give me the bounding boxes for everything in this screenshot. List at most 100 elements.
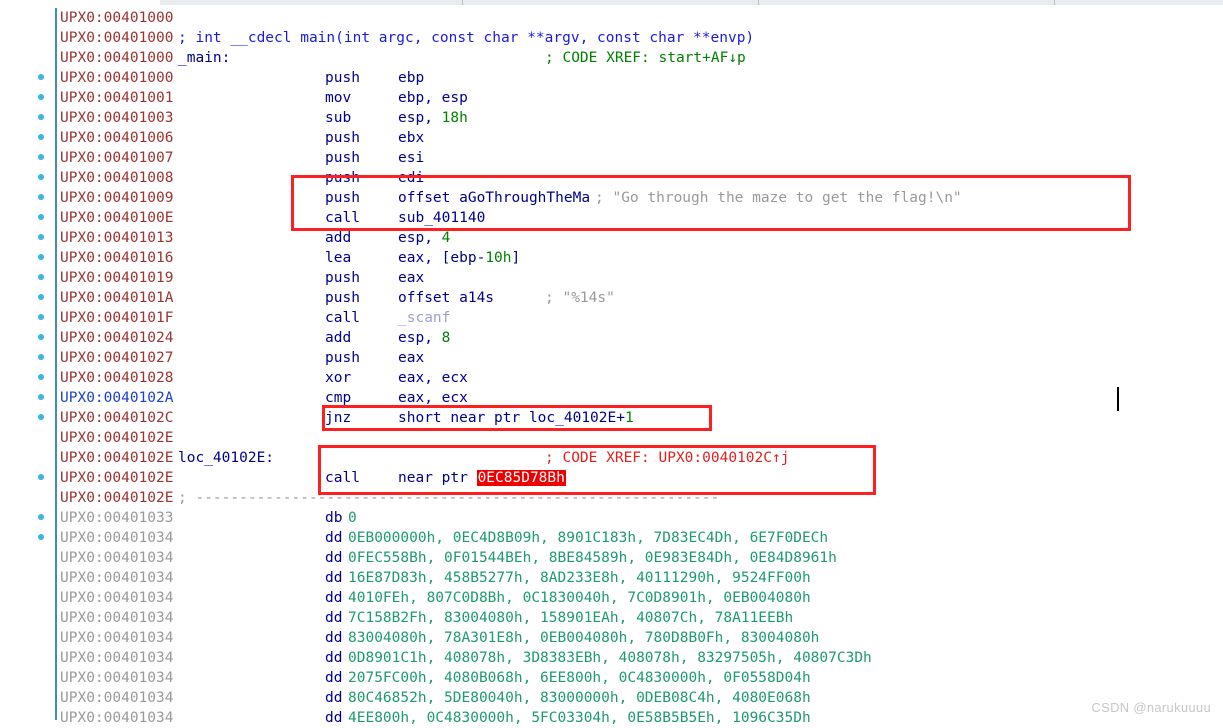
disassembly-line[interactable]: UPX0:00401024addesp, 8 xyxy=(0,328,1223,348)
disassembly-line[interactable]: UPX0:00401034dd0EB000000h, 0EC4D8B09h, 8… xyxy=(0,528,1223,548)
instruction-mnemonic: jnz xyxy=(325,408,351,428)
instruction-operands[interactable]: esp, 8 xyxy=(398,328,450,348)
disassembly-line[interactable]: UPX0:00401007pushesi xyxy=(0,148,1223,168)
data-values[interactable]: 0FEC558Bh, 0F01544BEh, 8BE84589h, 0E983E… xyxy=(348,548,837,568)
code-label[interactable]: _main: xyxy=(178,48,230,68)
disassembly-line[interactable]: UPX0:0040100Ecallsub_401140 xyxy=(0,208,1223,228)
breakpoint-dot-icon[interactable] xyxy=(38,94,44,100)
instruction-operands[interactable]: esp, 4 xyxy=(398,228,450,248)
instruction-operands[interactable]: _scanf xyxy=(398,308,450,328)
disassembly-line[interactable]: UPX0:0040102E; -------------------------… xyxy=(0,488,1223,508)
disassembly-line[interactable]: UPX0:00401006pushebx xyxy=(0,128,1223,148)
disassembly-line[interactable]: UPX0:00401009pushoffset aGoThroughTheMa;… xyxy=(0,188,1223,208)
data-values[interactable]: 4EE800h, 0C4830000h, 5FC03304h, 0E58B5B5… xyxy=(348,708,811,728)
instruction-operands[interactable]: offset aGoThroughTheMa xyxy=(398,188,590,208)
disassembly-line[interactable]: UPX0:00401000_main:; CODE XREF: start+AF… xyxy=(0,48,1223,68)
disassembly-line[interactable]: UPX0:00401027pusheax xyxy=(0,348,1223,368)
breakpoint-dot-icon[interactable] xyxy=(38,254,44,260)
data-values[interactable]: 16E87D83h, 458B5277h, 8AD233E8h, 4011129… xyxy=(348,568,811,588)
disassembly-line[interactable]: UPX0:00401034dd4010FEh, 807C0D8Bh, 0C183… xyxy=(0,588,1223,608)
breakpoint-dot-icon[interactable] xyxy=(38,74,44,80)
breakpoint-dot-icon[interactable] xyxy=(38,514,44,520)
breakpoint-dot-icon[interactable] xyxy=(38,234,44,240)
disassembly-line[interactable]: UPX0:0040101Apushoffset a14s; "%14s" xyxy=(0,288,1223,308)
breakpoint-dot-icon[interactable] xyxy=(38,194,44,200)
disassembly-line[interactable]: UPX0:00401000pushebp xyxy=(0,68,1223,88)
instruction-operands[interactable]: short near ptr loc_40102E+1 xyxy=(398,408,634,428)
data-values[interactable]: 2075FC00h, 4080B068h, 6EE800h, 0C4830000… xyxy=(348,668,811,688)
disassembly-line[interactable]: UPX0:00401008pushedi xyxy=(0,168,1223,188)
disassembly-line[interactable]: UPX0:00401013addesp, 4 xyxy=(0,228,1223,248)
data-values[interactable]: 7C158B2Fh, 83004080h, 158901EAh, 40807Ch… xyxy=(348,608,793,628)
instruction-mnemonic: mov xyxy=(325,88,351,108)
disassembly-line[interactable]: UPX0:00401000 xyxy=(0,8,1223,28)
highlighted-hex-operand[interactable]: 0EC85D78Bh xyxy=(477,470,566,486)
disassembly-line[interactable]: UPX0:00401034dd7C158B2Fh, 83004080h, 158… xyxy=(0,608,1223,628)
breakpoint-dot-icon[interactable] xyxy=(38,134,44,140)
instruction-operands[interactable]: near ptr 0EC85D78Bh xyxy=(398,468,566,488)
breakpoint-dot-icon[interactable] xyxy=(38,294,44,300)
cross-reference-comment[interactable]: ; CODE XREF: UPX0:0040102C↑j xyxy=(545,448,789,468)
data-values[interactable]: 0EB000000h, 0EC4D8B09h, 8901C183h, 7D83E… xyxy=(348,528,828,548)
instruction-operands[interactable]: ebx xyxy=(398,128,424,148)
breakpoint-dot-icon[interactable] xyxy=(38,394,44,400)
disassembly-line[interactable]: UPX0:00401028xoreax, ecx xyxy=(0,368,1223,388)
breakpoint-dot-icon[interactable] xyxy=(38,154,44,160)
breakpoint-dot-icon[interactable] xyxy=(38,274,44,280)
cross-reference-comment[interactable]: ; CODE XREF: start+AF↓p xyxy=(545,48,746,68)
numeric-operand: 10h xyxy=(485,250,511,266)
instruction-operands[interactable]: ebp xyxy=(398,68,424,88)
disassembly-line[interactable]: UPX0:00401001movebp, esp xyxy=(0,88,1223,108)
instruction-operands[interactable]: offset a14s xyxy=(398,288,494,308)
breakpoint-dot-icon[interactable] xyxy=(38,334,44,340)
breakpoint-dot-icon[interactable] xyxy=(38,314,44,320)
disassembly-line[interactable]: UPX0:00401019pusheax xyxy=(0,268,1223,288)
data-values[interactable]: 83004080h, 78A301E8h, 0EB004080h, 780D8B… xyxy=(348,628,819,648)
disassembly-line[interactable]: UPX0:0040102E xyxy=(0,428,1223,448)
breakpoint-dot-icon[interactable] xyxy=(38,374,44,380)
disassembly-line[interactable]: UPX0:00401034dd0D8901C1h, 408078h, 3D838… xyxy=(0,648,1223,668)
instruction-operands[interactable]: eax, ecx xyxy=(398,368,468,388)
instruction-operands[interactable]: eax, [ebp-10h] xyxy=(398,248,520,268)
instruction-operands[interactable]: edi xyxy=(398,168,424,188)
breakpoint-dot-icon[interactable] xyxy=(38,114,44,120)
data-values[interactable]: 80C46852h, 5DE80040h, 83000000h, 0DEB08C… xyxy=(348,688,811,708)
data-values[interactable]: 4010FEh, 807C0D8Bh, 0C1830040h, 7C0D8901… xyxy=(348,588,811,608)
breakpoint-dot-icon[interactable] xyxy=(38,534,44,540)
disassembly-line[interactable]: UPX0:00401034dd2075FC00h, 4080B068h, 6EE… xyxy=(0,668,1223,688)
data-values[interactable]: 0D8901C1h, 408078h, 3D8383EBh, 408078h, … xyxy=(348,648,872,668)
disassembly-line[interactable]: UPX0:0040102Cjnzshort near ptr loc_40102… xyxy=(0,408,1223,428)
disassembly-line[interactable]: UPX0:00401033db0 xyxy=(0,508,1223,528)
line-address: UPX0:00401028 xyxy=(60,368,174,388)
data-values[interactable]: 0 xyxy=(348,508,357,528)
disassembly-line[interactable]: UPX0:00401000; int __cdecl main(int argc… xyxy=(0,28,1223,48)
instruction-operands[interactable]: eax xyxy=(398,268,424,288)
instruction-operands[interactable]: eax xyxy=(398,348,424,368)
disassembly-line[interactable]: UPX0:0040102Acmpeax, ecx xyxy=(0,388,1223,408)
instruction-operands[interactable]: eax, ecx xyxy=(398,388,468,408)
instruction-operands[interactable]: esp, 18h xyxy=(398,108,468,128)
disassembly-line[interactable]: UPX0:00401034dd83004080h, 78A301E8h, 0EB… xyxy=(0,628,1223,648)
code-label[interactable]: loc_40102E: xyxy=(178,448,274,468)
disassembly-line[interactable]: UPX0:0040102Eloc_40102E:; CODE XREF: UPX… xyxy=(0,448,1223,468)
instruction-operands[interactable]: sub_401140 xyxy=(398,208,485,228)
disassembly-line[interactable]: UPX0:00401016leaeax, [ebp-10h] xyxy=(0,248,1223,268)
disassembly-line[interactable]: UPX0:00401034dd4EE800h, 0C4830000h, 5FC0… xyxy=(0,708,1223,728)
disassembly-line[interactable]: UPX0:00401034dd0FEC558Bh, 0F01544BEh, 8B… xyxy=(0,548,1223,568)
instruction-operands[interactable]: ebp, esp xyxy=(398,88,468,108)
instruction-operands[interactable]: esi xyxy=(398,148,424,168)
instruction-mnemonic: call xyxy=(325,208,360,228)
line-address: UPX0:00401007 xyxy=(60,148,174,168)
breakpoint-dot-icon[interactable] xyxy=(38,174,44,180)
breakpoint-dot-icon[interactable] xyxy=(38,354,44,360)
breakpoint-dot-icon[interactable] xyxy=(38,414,44,420)
disassembly-line[interactable]: UPX0:0040101Fcall_scanf xyxy=(0,308,1223,328)
disassembly-line[interactable]: UPX0:0040102Ecallnear ptr 0EC85D78Bh xyxy=(0,468,1223,488)
breakpoint-dot-icon[interactable] xyxy=(38,474,44,480)
disassembly-pane[interactable]: UPX0:00401000UPX0:00401000; int __cdecl … xyxy=(0,5,1223,720)
disassembly-line[interactable]: UPX0:00401034dd16E87D83h, 458B5277h, 8AD… xyxy=(0,568,1223,588)
disassembly-line[interactable]: UPX0:00401003subesp, 18h xyxy=(0,108,1223,128)
disassembly-line[interactable]: UPX0:00401034dd80C46852h, 5DE80040h, 830… xyxy=(0,688,1223,708)
data-directive-keyword: dd xyxy=(325,668,342,688)
breakpoint-dot-icon[interactable] xyxy=(38,214,44,220)
